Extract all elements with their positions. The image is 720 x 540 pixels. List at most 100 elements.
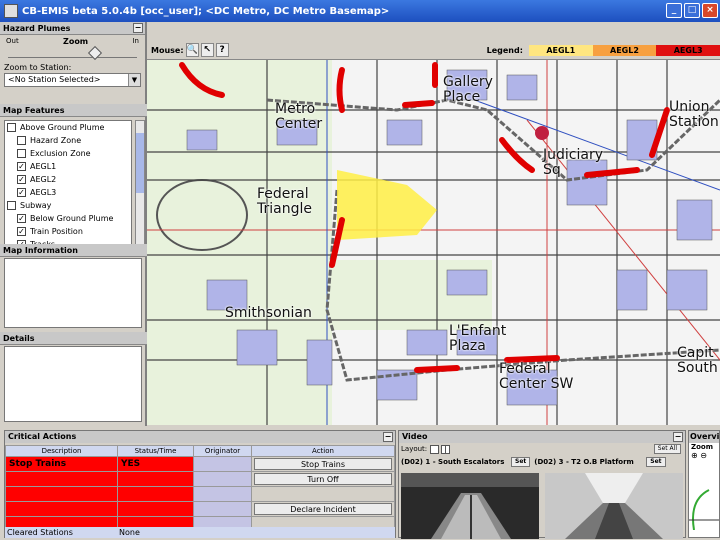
camera2-feed[interactable] <box>545 473 683 539</box>
map-information-content <box>4 258 142 328</box>
feature-label: AEGL1 <box>30 162 57 171</box>
description-cell <box>5 471 118 487</box>
details-header: Details <box>0 332 147 345</box>
checkbox[interactable]: ✓ <box>17 162 26 171</box>
details-title: Details <box>3 334 35 343</box>
critical-actions-header: Critical Actions − <box>5 431 395 443</box>
map-canvas[interactable]: Gallery Place Metro Center Union Station… <box>147 60 720 425</box>
minimize-panel-button[interactable]: − <box>133 23 143 33</box>
station-select[interactable]: <No Station Selected> ▼ <box>4 73 141 87</box>
close-button[interactable]: × <box>702 3 718 18</box>
checkbox[interactable]: ✓ <box>17 188 26 197</box>
window-title: CB-EMIS beta 5.0.4b [occ_user]; <DC Metr… <box>22 5 390 17</box>
features-scrollbar[interactable] <box>135 120 145 248</box>
left-panel: Hazard Plumes − Out Zoom In Zoom to Stat… <box>0 22 147 426</box>
table-row[interactable]: Turn Off <box>5 471 395 487</box>
action-cell <box>251 486 395 502</box>
turn-off-button[interactable]: Turn Off <box>254 473 392 485</box>
station-select-value: <No Station Selected> <box>8 75 101 84</box>
station-label-capitol-south: Capit South <box>677 345 718 376</box>
minimize-panel-button[interactable]: − <box>383 432 393 442</box>
set-camera2-button[interactable]: Set <box>646 457 666 467</box>
feature-item[interactable]: ✓ Below Ground Plume <box>5 212 131 225</box>
overview-zoom-label: Zoom <box>691 443 713 451</box>
camera1-feed[interactable] <box>401 473 539 539</box>
feature-item[interactable]: ✓ AEGL1 <box>5 160 131 173</box>
status-cell <box>117 471 194 487</box>
checkbox[interactable]: ✓ <box>17 214 26 223</box>
description-cell <box>5 501 118 517</box>
overview-title: Overvi <box>689 431 720 443</box>
camera2-title: (D02) 3 - T2 O.B Platform <box>534 458 634 466</box>
overview-panel: Overvi Zoom ⊕ ⊖ <box>688 430 720 538</box>
status-cell <box>117 501 194 517</box>
column-header: Action <box>251 445 395 457</box>
station-label-union-station: Union Station <box>669 99 719 130</box>
feature-item[interactable]: ✓ AEGL2 <box>5 173 131 186</box>
video-header: Video − <box>399 431 685 443</box>
column-header: Status/Time <box>117 445 194 457</box>
table-row[interactable] <box>5 486 395 502</box>
checkbox[interactable] <box>7 201 16 210</box>
declare-incident-button[interactable]: Declare Incident <box>254 503 392 515</box>
checkbox[interactable] <box>17 136 26 145</box>
column-header: Originator <box>193 445 252 457</box>
cleared-stations-row: Cleared Stations None <box>5 527 395 538</box>
help-tool-icon[interactable]: ? <box>215 43 229 57</box>
platform-image <box>545 473 683 539</box>
zoom-to-station-label: Zoom to Station: <box>4 63 72 72</box>
grid-layout-icon[interactable] <box>441 444 451 454</box>
feature-item[interactable]: Above Ground Plume <box>5 121 131 134</box>
checkbox[interactable] <box>17 149 26 158</box>
details-panel: Details <box>0 332 147 426</box>
station-label-judiciary-sq: Judiciary Sq <box>543 147 603 178</box>
zoom-slider-thumb[interactable] <box>87 45 103 61</box>
set-camera1-button[interactable]: Set <box>511 457 531 467</box>
legend-aegl3: AEGL3 <box>656 44 720 56</box>
action-cell: Declare Incident <box>251 501 395 517</box>
map-toolbar: Mouse: 🔍 ↖ ? Legend: AEGL1 AEGL2 AEGL3 <box>147 41 720 60</box>
checkbox[interactable] <box>7 123 16 132</box>
zoom-out-label: Out <box>6 37 19 45</box>
app-icon <box>4 4 18 18</box>
maximize-button[interactable]: □ <box>684 3 700 18</box>
feature-label: AEGL2 <box>30 175 57 184</box>
zoom-slider[interactable] <box>8 45 137 61</box>
scrollbar-thumb[interactable] <box>136 133 144 193</box>
feature-item[interactable]: Hazard Zone <box>5 134 131 147</box>
chevron-down-icon[interactable]: ▼ <box>128 74 140 86</box>
table-row[interactable]: Declare Incident <box>5 501 395 517</box>
checkbox[interactable]: ✓ <box>17 227 26 236</box>
stop-trains-button[interactable]: Stop Trains <box>254 458 392 470</box>
zoom-tool-icon[interactable]: 🔍 <box>185 43 199 57</box>
action-cell: Stop Trains <box>251 456 395 472</box>
originator-cell <box>193 501 252 517</box>
set-all-button[interactable]: Set All <box>653 444 681 454</box>
feature-item[interactable]: Exclusion Zone <box>5 147 131 160</box>
feature-item[interactable]: ✓ AEGL3 <box>5 186 131 199</box>
critical-actions-panel: Critical Actions − Description Status/Ti… <box>4 430 396 538</box>
cleared-stations-value: None <box>119 528 140 537</box>
map-features-header: Map Features <box>0 104 147 117</box>
legend-aegl1: AEGL1 <box>528 44 593 56</box>
overview-zoom-controls[interactable]: ⊕ ⊖ <box>689 451 719 460</box>
map-information-panel: Map Information <box>0 244 147 332</box>
minimize-panel-button[interactable]: − <box>673 432 683 442</box>
table-row[interactable]: Stop Trains YES Stop Trains <box>5 456 395 472</box>
status-cell: YES <box>117 456 194 472</box>
minimize-button[interactable]: _ <box>666 3 682 18</box>
station-label-federal-center-sw: Federal Center SW <box>499 361 574 392</box>
map-features-title: Map Features <box>3 106 65 115</box>
critical-actions-table: Description Status/Time Originator Actio… <box>5 445 395 532</box>
checkbox[interactable]: ✓ <box>17 175 26 184</box>
zoom-in-label: In <box>132 37 139 45</box>
status-cell <box>117 486 194 502</box>
overview-map[interactable] <box>689 460 720 531</box>
feature-item[interactable]: Subway <box>5 199 131 212</box>
feature-item[interactable]: ✓ Train Position <box>5 225 131 238</box>
camera-title-row: (D02) 1 - South Escalators Set (D02) 3 -… <box>399 455 685 469</box>
originator-cell <box>193 456 252 472</box>
pointer-tool-icon[interactable]: ↖ <box>200 43 214 57</box>
single-layout-icon[interactable] <box>430 444 440 454</box>
mouse-label: Mouse: <box>151 45 184 55</box>
